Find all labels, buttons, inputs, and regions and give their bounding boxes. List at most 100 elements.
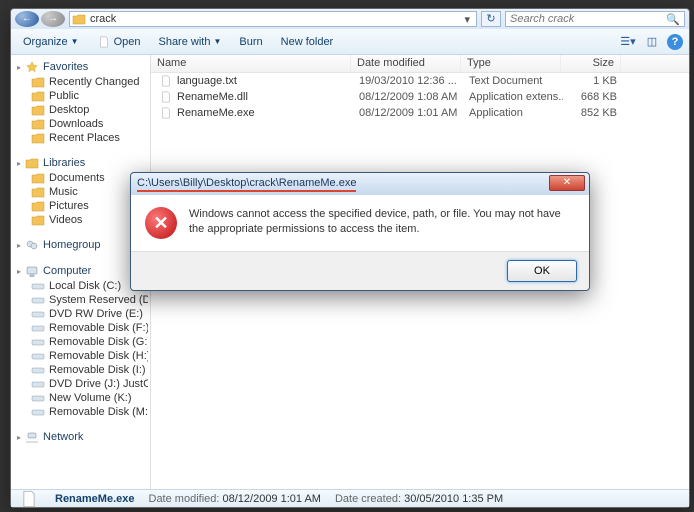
sidebar-item[interactable]: Removable Disk (F:) — [13, 321, 148, 335]
col-name[interactable]: Name — [151, 55, 351, 72]
sidebar-item-label: Pictures — [49, 200, 89, 212]
file-icon — [159, 75, 173, 87]
sidebar-item-label: New Volume (K:) — [49, 392, 132, 404]
file-icon — [159, 91, 173, 103]
folder-icon — [72, 13, 86, 25]
sidebar-item-label: Removable Disk (G:) — [49, 336, 148, 348]
sidebar-item[interactable]: DVD RW Drive (E:) — [13, 307, 148, 321]
column-headers: Name Date modified Type Size — [151, 55, 689, 73]
star-icon — [25, 61, 39, 73]
sidebar-item[interactable]: Pictures — [13, 199, 148, 213]
sidebar-item[interactable]: Removable Disk (I:) — [13, 363, 148, 377]
sidebar-item-label: Music — [49, 186, 78, 198]
open-label: Open — [114, 36, 141, 48]
status-filename: RenameMe.exe — [55, 493, 135, 505]
sidebar-item[interactable]: Removable Disk (G:) — [13, 335, 148, 349]
sidebar-item-label: Removable Disk (I:) — [49, 364, 146, 376]
status-bar: RenameMe.exe Date modified: 08/12/2009 1… — [11, 489, 689, 507]
sidebar-item[interactable]: DVD Drive (J:) JustCau — [13, 377, 148, 391]
sidebar-item-label: DVD Drive (J:) JustCau — [49, 378, 148, 390]
col-type[interactable]: Type — [461, 55, 561, 72]
address-dropdown[interactable]: ▾ — [460, 13, 474, 26]
back-button[interactable]: ← — [15, 11, 39, 27]
share-button[interactable]: Share with▼ — [152, 34, 227, 50]
sidebar-item-label: Recent Places — [49, 132, 120, 144]
sidebar-network[interactable]: ▸ Network — [13, 429, 148, 445]
favorites-label: Favorites — [43, 61, 88, 73]
dialog-title: C:\Users\Billy\Desktop\crack\RenameMe.ex… — [137, 177, 356, 192]
forward-button[interactable]: → — [41, 11, 65, 27]
search-input[interactable] — [510, 13, 666, 25]
drive-icon — [31, 280, 45, 292]
sidebar-item[interactable]: Videos — [13, 213, 148, 227]
sidebar-item[interactable]: Local Disk (C:) — [13, 279, 148, 293]
help-button[interactable]: ? — [667, 34, 683, 50]
drive-icon — [31, 336, 45, 348]
expand-icon: ▸ — [17, 433, 21, 442]
sidebar-item-label: Removable Disk (F:) — [49, 322, 148, 334]
open-button[interactable]: Open — [91, 34, 147, 50]
sidebar-item[interactable]: Downloads — [13, 117, 148, 131]
network-label: Network — [43, 431, 83, 443]
file-icon — [159, 107, 173, 119]
drive-icon — [31, 322, 45, 334]
share-label: Share with — [158, 36, 210, 48]
table-row[interactable]: language.txt19/03/2010 12:36 ...Text Doc… — [151, 73, 689, 89]
sidebar-item-label: Removable Disk (H:) — [49, 350, 148, 362]
drive-icon — [31, 392, 45, 404]
sidebar-item[interactable]: Documents — [13, 171, 148, 185]
file-type: Application extens... — [463, 91, 563, 103]
sidebar-libraries[interactable]: ▸Libraries — [13, 155, 148, 171]
table-row[interactable]: RenameMe.exe08/12/2009 1:01 AMApplicatio… — [151, 105, 689, 121]
drive-icon — [31, 378, 45, 390]
sidebar-item-label: Downloads — [49, 118, 103, 130]
sidebar-item[interactable]: New Volume (K:) — [13, 391, 148, 405]
preview-pane-button[interactable]: ◫ — [643, 33, 661, 51]
homegroup-icon — [25, 239, 39, 251]
table-row[interactable]: RenameMe.dll08/12/2009 1:08 AMApplicatio… — [151, 89, 689, 105]
sidebar-homegroup[interactable]: ▸Homegroup — [13, 237, 148, 253]
libraries-icon — [25, 157, 39, 169]
sidebar-computer[interactable]: ▸Computer — [13, 263, 148, 279]
sidebar-item[interactable]: Public — [13, 89, 148, 103]
file-type: Application — [463, 107, 563, 119]
file-name: RenameMe.dll — [177, 91, 248, 103]
dialog-message: Windows cannot access the specified devi… — [189, 207, 575, 239]
organize-label: Organize — [23, 36, 68, 48]
file-size: 1 KB — [563, 75, 623, 87]
sidebar-item[interactable]: Removable Disk (M:) — [13, 405, 148, 419]
open-icon — [97, 36, 111, 48]
homegroup-label: Homegroup — [43, 239, 100, 251]
file-icon — [17, 490, 41, 508]
new-folder-button[interactable]: New folder — [275, 34, 340, 50]
col-date[interactable]: Date modified — [351, 55, 461, 72]
sidebar-item[interactable]: Desktop — [13, 103, 148, 117]
folder-icon — [31, 90, 45, 102]
sidebar-favorites[interactable]: ▸Favorites — [13, 59, 148, 75]
sidebar-item[interactable]: Removable Disk (H:) — [13, 349, 148, 363]
address-bar[interactable]: crack ▾ — [69, 11, 477, 27]
view-options-button[interactable]: ☰▾ — [619, 33, 637, 51]
sidebar-item[interactable]: Recently Changed — [13, 75, 148, 89]
status-created-label: Date created: — [335, 493, 401, 505]
burn-button[interactable]: Burn — [233, 34, 268, 50]
refresh-button[interactable]: ↻ — [481, 11, 501, 27]
error-dialog: C:\Users\Billy\Desktop\crack\RenameMe.ex… — [130, 172, 590, 291]
col-size[interactable]: Size — [561, 55, 621, 72]
sidebar-item[interactable]: System Reserved (D:) — [13, 293, 148, 307]
search-box[interactable]: 🔍 — [505, 11, 685, 27]
search-icon: 🔍 — [666, 13, 680, 26]
sidebar-item[interactable]: Music — [13, 185, 148, 199]
close-button[interactable]: ✕ — [549, 175, 585, 191]
sidebar-item-label: Videos — [49, 214, 82, 226]
organize-button[interactable]: Organize▼ — [17, 34, 85, 50]
sidebar-item[interactable]: Recent Places — [13, 131, 148, 145]
sidebar-item-label: Recently Changed — [49, 76, 140, 88]
sidebar-item-label: DVD RW Drive (E:) — [49, 308, 143, 320]
drive-icon — [31, 294, 45, 306]
dialog-titlebar[interactable]: C:\Users\Billy\Desktop\crack\RenameMe.ex… — [131, 173, 589, 195]
sidebar-item-label: Public — [49, 90, 79, 102]
ok-button[interactable]: OK — [507, 260, 577, 282]
folder-icon — [31, 118, 45, 130]
network-icon — [25, 431, 39, 443]
